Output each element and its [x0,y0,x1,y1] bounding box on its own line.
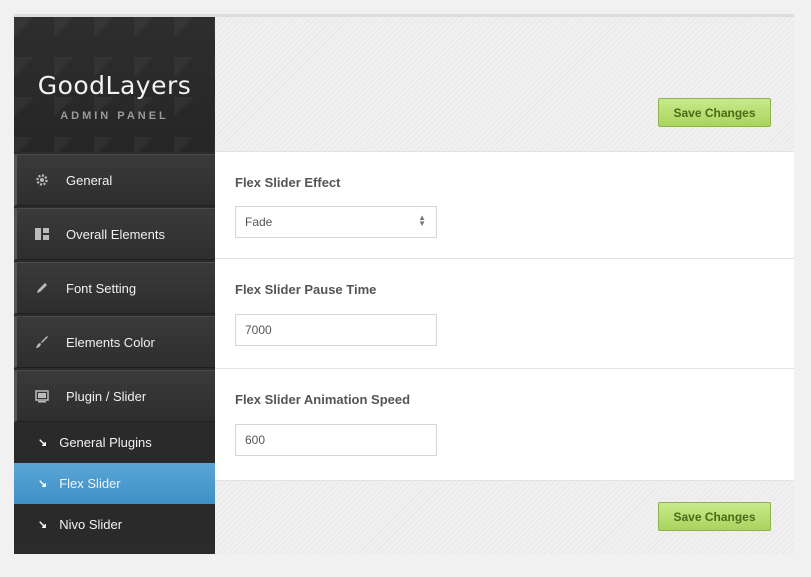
sidebar-item-general[interactable]: General [14,154,215,206]
sidebar-item-label: Overall Elements [66,226,165,242]
sidebar-subitem-label: General Plugins [59,435,152,450]
pause-time-input[interactable] [235,314,437,346]
save-button-bottom[interactable]: Save Changes [658,502,771,531]
arrow-down-right-icon: ↘ [38,478,48,490]
main-content: Save Changes Flex Slider Effect Fade ▲ ▼ … [215,17,794,554]
sidebar-item-label: Plugin / Slider [66,388,147,404]
logo-area: GoodLayers ADMIN PANEL [14,17,215,152]
brand-subtitle: ADMIN PANEL [60,110,169,122]
sidebar-item-label: Font Setting [66,280,137,296]
sidebar-subitem-label: Nivo Slider [59,517,123,532]
select-arrows-icon: ▲ ▼ [418,213,426,228]
sidebar-item-overall-elements[interactable]: Overall Elements [14,208,215,260]
slider-icon [35,389,49,403]
arrow-down-right-icon: ↘ [38,437,48,449]
field-flex-slider-pause-time: Flex Slider Pause Time [215,259,794,369]
arrow-down-right-icon: ↘ [38,519,48,531]
pencil-icon [35,281,49,295]
field-label: Flex Slider Animation Speed [235,392,411,407]
effect-select[interactable]: Fade ▲ ▼ [235,206,437,238]
field-label: Flex Slider Pause Time [235,282,377,297]
field-flex-slider-effect: Flex Slider Effect Fade ▲ ▼ [215,152,794,259]
sidebar-subitem-label: Flex Slider [59,476,121,491]
sidebar-subitem-flex-slider[interactable]: ↘ Flex Slider [14,463,215,504]
sidebar: GoodLayers ADMIN PANEL General Overall E… [14,17,215,554]
layout-icon [35,227,49,241]
sidebar-item-plugin-slider[interactable]: Plugin / Slider [14,370,215,422]
sidebar-item-label: Elements Color [66,334,155,350]
sidebar-subitem-general-plugins[interactable]: ↘ General Plugins [14,422,215,463]
field-flex-slider-animation-speed: Flex Slider Animation Speed [215,369,794,480]
gear-icon [35,173,49,187]
admin-frame: GoodLayers ADMIN PANEL General Overall E… [14,14,794,554]
brand-title: GoodLayers [37,71,192,100]
save-button-top[interactable]: Save Changes [658,98,771,127]
animation-speed-input[interactable] [235,424,437,456]
field-label: Flex Slider Effect [235,175,341,190]
sidebar-subitem-nivo-slider[interactable]: ↘ Nivo Slider [14,504,215,545]
sidebar-item-font-setting[interactable]: Font Setting [14,262,215,314]
settings-panel: Flex Slider Effect Fade ▲ ▼ Flex Slider P… [215,151,794,481]
sidebar-item-elements-color[interactable]: Elements Color [14,316,215,368]
sidebar-item-label: General [66,172,113,188]
effect-select-value: Fade [245,215,273,229]
brush-icon [35,335,49,349]
